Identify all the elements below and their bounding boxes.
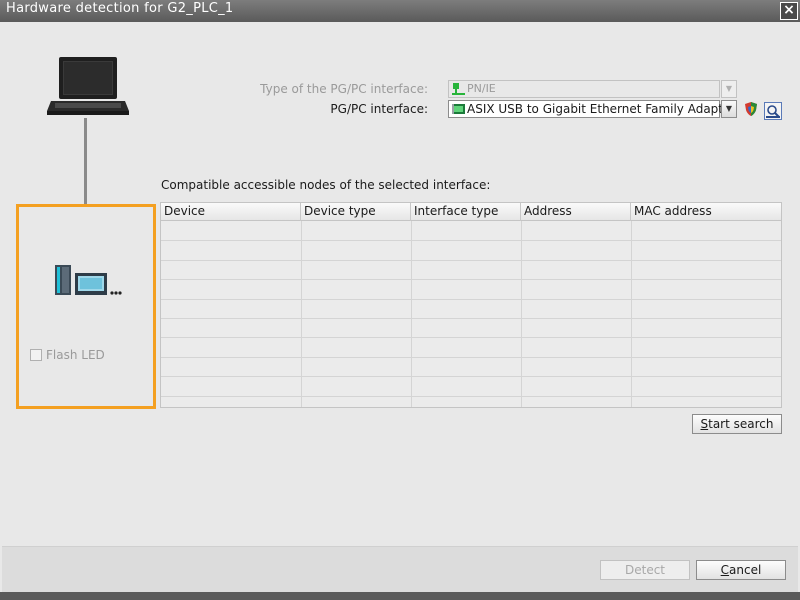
plc-device-icon	[55, 265, 122, 295]
hardware-detection-dialog: Hardware detection for G2_PLC_1 × Flash …	[0, 0, 800, 600]
window-bottom-edge	[0, 592, 800, 600]
pgpc-interface-dropdown-arrow[interactable]: ▼	[721, 100, 737, 118]
table-row-line	[161, 298, 781, 300]
column-header-device[interactable]: Device	[161, 203, 301, 221]
title-bar: Hardware detection for G2_PLC_1 ×	[0, 0, 800, 22]
shield-icon[interactable]	[744, 102, 758, 116]
network-icon	[452, 83, 465, 95]
type-interface-combo: PN/IE	[448, 80, 720, 98]
start-search-label: tart search	[708, 417, 774, 431]
column-header-mac-address[interactable]: MAC address	[631, 203, 781, 221]
column-divider	[301, 221, 302, 407]
pgpc-interface-label: PG/PC interface:	[330, 102, 428, 116]
pgpc-interface-combo[interactable]: ASIX USB to Gigabit Ethernet Family Adap…	[448, 100, 735, 118]
cancel-button[interactable]: Cancel	[696, 560, 786, 580]
table-row-line	[161, 318, 781, 319]
column-header-address[interactable]: Address	[521, 203, 631, 221]
search-properties-button[interactable]	[764, 102, 782, 120]
network-adapter-icon	[452, 104, 465, 114]
detect-button[interactable]: Detect	[600, 560, 690, 580]
start-search-button[interactable]: Start search	[692, 414, 782, 434]
table-header: Device Device type Interface type Addres…	[161, 203, 781, 221]
type-interface-label: Type of the PG/PC interface:	[260, 82, 428, 96]
table-row-line	[161, 259, 781, 261]
column-divider	[631, 221, 632, 407]
compatible-nodes-heading: Compatible accessible nodes of the selec…	[161, 178, 491, 192]
pgpc-interface-value: ASIX USB to Gigabit Ethernet Family Adap…	[467, 102, 736, 116]
close-button[interactable]: ×	[780, 2, 798, 20]
table-row-line	[161, 395, 781, 397]
flash-led-check-box[interactable]	[30, 349, 42, 361]
flash-led-label: Flash LED	[46, 348, 105, 362]
column-divider	[411, 221, 412, 407]
nodes-table[interactable]: Device Device type Interface type Addres…	[160, 202, 782, 408]
type-interface-value: PN/IE	[467, 82, 496, 95]
flash-led-checkbox[interactable]: Flash LED	[30, 348, 105, 362]
laptop-icon	[47, 57, 129, 115]
dialog-footer: Detect Cancel	[2, 547, 798, 592]
dialog-body: Flash LED Type of the PG/PC interface: P…	[2, 22, 798, 546]
cancel-label: ancel	[729, 563, 762, 577]
table-row-line	[161, 337, 781, 339]
column-header-device-type[interactable]: Device type	[301, 203, 411, 221]
magnifier-icon	[766, 105, 780, 118]
column-divider	[521, 221, 522, 407]
table-row-line	[161, 240, 781, 242]
cancel-mnemonic: C	[720, 563, 730, 577]
start-search-mnemonic: S	[700, 417, 709, 431]
column-header-interface-type[interactable]: Interface type	[411, 203, 521, 221]
window-title: Hardware detection for G2_PLC_1	[6, 1, 234, 16]
table-row-line	[161, 376, 781, 378]
type-interface-dropdown-arrow: ▼	[721, 80, 737, 98]
table-row-line	[161, 279, 781, 281]
device-panel: Flash LED	[16, 204, 156, 409]
table-row-line	[161, 356, 781, 358]
